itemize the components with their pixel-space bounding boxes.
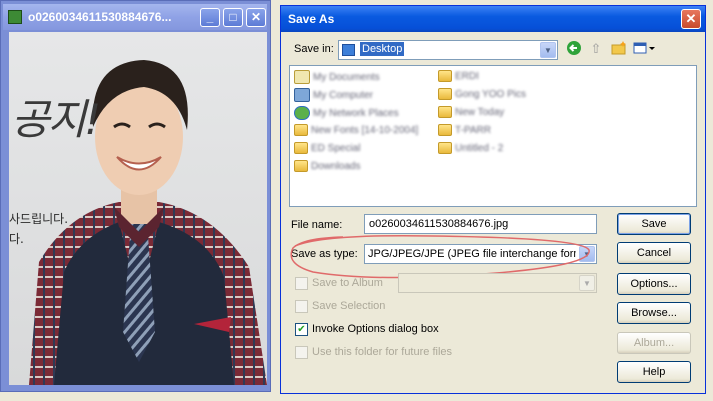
image-viewer-window: o0260034611530884676... _ □ ✕ 공지! 사드립니다.… bbox=[0, 0, 271, 392]
folder-icon bbox=[438, 70, 452, 82]
viewer-titlebar[interactable]: o0260034611530884676... _ □ ✕ bbox=[3, 4, 267, 30]
viewer-title: o0260034611530884676... bbox=[28, 10, 172, 24]
list-item[interactable]: ED Special bbox=[294, 142, 360, 159]
computer-icon bbox=[294, 88, 310, 102]
person-photo bbox=[9, 32, 267, 385]
korean-line-2: 다. bbox=[9, 232, 24, 246]
up-folder-icon[interactable]: ⇧ bbox=[587, 40, 605, 58]
save-in-label: Save in: bbox=[294, 43, 334, 55]
dialog-title: Save As bbox=[288, 12, 335, 26]
list-item[interactable]: My Computer bbox=[294, 88, 373, 105]
folder-icon bbox=[438, 88, 452, 100]
view-menu-icon[interactable] bbox=[633, 40, 657, 58]
photo-canvas: 공지! 사드립니다. 다. bbox=[9, 32, 267, 385]
album-dropdown[interactable]: ▼ bbox=[398, 273, 597, 293]
checkbox-box[interactable] bbox=[295, 346, 308, 359]
minimize-button[interactable]: _ bbox=[200, 8, 220, 27]
list-item[interactable]: ERDI bbox=[438, 70, 479, 87]
maximize-button[interactable]: □ bbox=[223, 8, 243, 27]
checkbox-box[interactable] bbox=[295, 300, 308, 313]
list-item[interactable]: Downloads bbox=[294, 160, 360, 177]
help-button[interactable]: Help bbox=[617, 361, 691, 383]
documents-icon bbox=[294, 70, 310, 84]
list-item[interactable]: Gong YOO Pics bbox=[438, 88, 526, 105]
list-item[interactable]: My Documents bbox=[294, 70, 380, 87]
new-folder-icon[interactable] bbox=[610, 40, 628, 58]
list-item[interactable]: My Network Places bbox=[294, 106, 399, 123]
browse-button[interactable]: Browse... bbox=[617, 302, 691, 324]
folder-icon bbox=[294, 124, 308, 136]
folder-icon bbox=[438, 106, 452, 118]
use-folder-label: Use this folder for future files bbox=[312, 346, 453, 358]
list-item[interactable]: T-PARR bbox=[438, 124, 491, 141]
cancel-button[interactable]: Cancel bbox=[617, 242, 691, 264]
back-icon[interactable] bbox=[565, 40, 583, 58]
save-in-dropdown[interactable]: Desktop ▼ bbox=[338, 40, 558, 60]
korean-headline: 공지! bbox=[11, 95, 101, 144]
invoke-options-label: Invoke Options dialog box bbox=[312, 323, 439, 335]
korean-line-1: 사드립니다. bbox=[9, 212, 69, 226]
save-to-album-label: Save to Album bbox=[312, 277, 383, 289]
checkbox-box[interactable] bbox=[295, 277, 308, 290]
viewer-close-button[interactable]: ✕ bbox=[246, 8, 266, 27]
album-button[interactable]: Album... bbox=[617, 332, 691, 354]
save-as-dialog: Save As ✕ Save in: Desktop ▼ ⇧ My Docume… bbox=[280, 5, 706, 394]
dialog-close-button[interactable]: ✕ bbox=[681, 9, 701, 29]
save-button[interactable]: Save bbox=[617, 213, 691, 235]
list-item[interactable]: Untitled - 2 bbox=[438, 142, 503, 159]
list-item[interactable]: New Today bbox=[438, 106, 504, 123]
folder-icon bbox=[438, 124, 452, 136]
shortcut-icon bbox=[438, 142, 452, 154]
options-button[interactable]: Options... bbox=[617, 273, 691, 295]
shortcut-icon bbox=[294, 142, 308, 154]
check-icon[interactable]: ✔ bbox=[295, 323, 308, 336]
save-selection-label: Save Selection bbox=[312, 300, 386, 312]
shortcut-icon bbox=[294, 160, 308, 172]
file-list[interactable]: My Documents My Computer My Network Plac… bbox=[289, 65, 697, 207]
image-app-icon bbox=[8, 10, 22, 24]
dialog-titlebar[interactable]: Save As ✕ bbox=[281, 6, 705, 32]
network-icon bbox=[294, 106, 310, 120]
list-item[interactable]: New Fonts [14-10-2004] bbox=[294, 124, 418, 141]
save-in-value: Desktop bbox=[360, 42, 405, 56]
desktop-icon bbox=[342, 44, 355, 56]
chevron-down-icon[interactable]: ▼ bbox=[579, 275, 595, 291]
chevron-down-icon[interactable]: ▼ bbox=[540, 42, 556, 58]
